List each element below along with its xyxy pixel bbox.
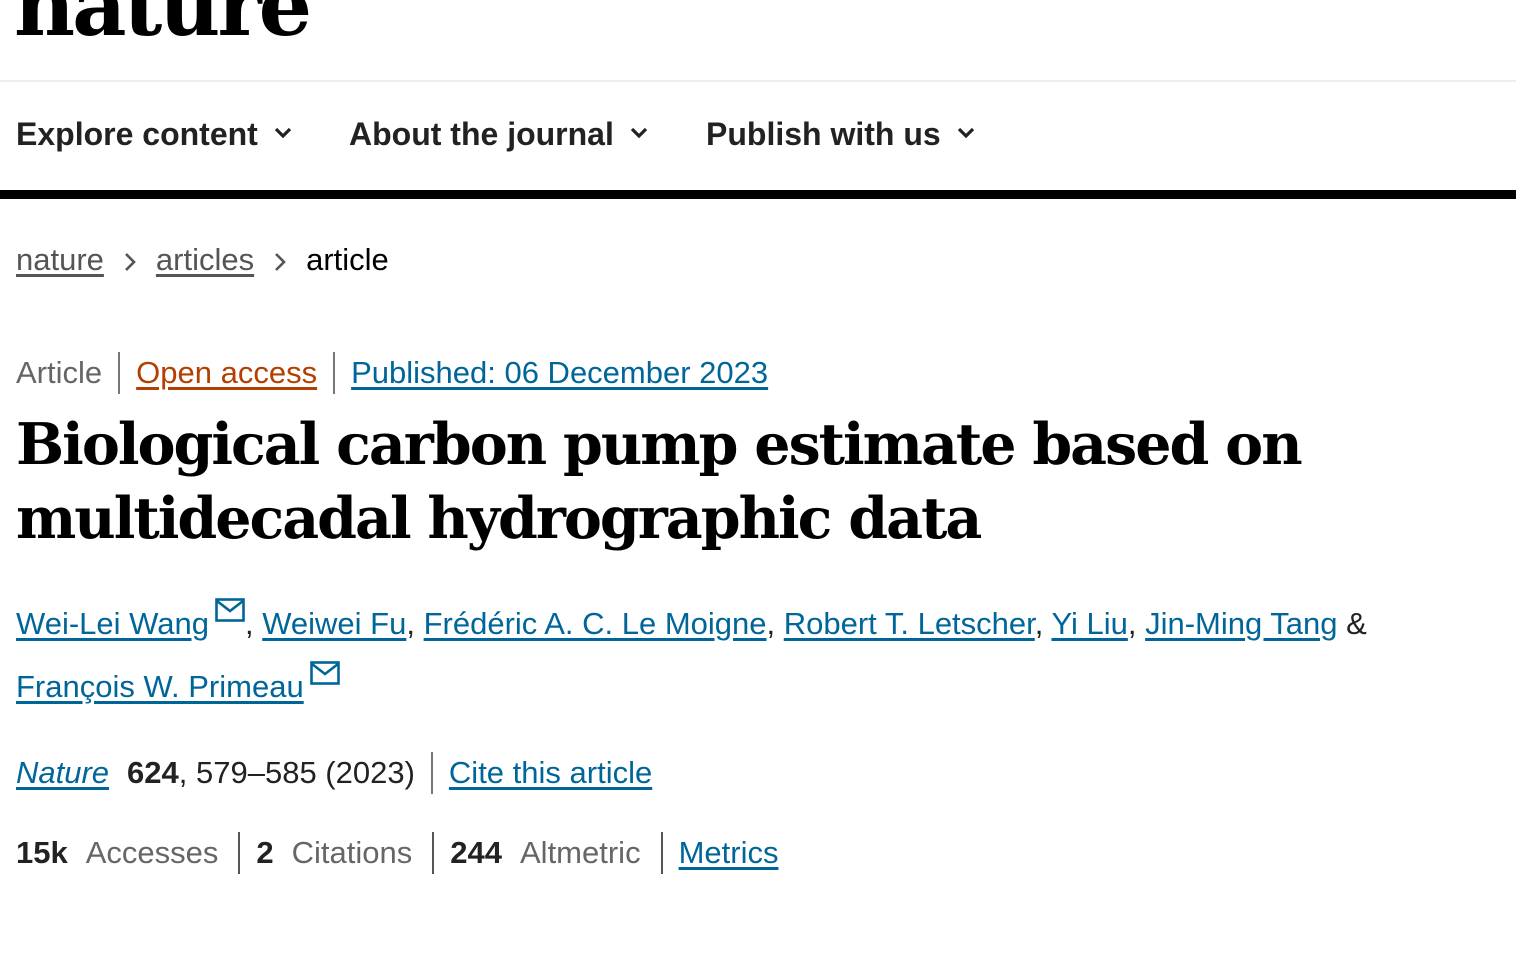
nav-publish-with-us[interactable]: Publish with us: [706, 116, 975, 153]
metrics-link[interactable]: Metrics: [679, 835, 779, 871]
citations-count: 2: [256, 835, 274, 870]
article-type: Article: [16, 355, 103, 390]
nav-explore-content[interactable]: Explore content: [16, 116, 292, 153]
breadcrumb-link-articles[interactable]: articles: [156, 242, 254, 278]
article-meta: Article Open access Published: 06 Decemb…: [16, 352, 768, 394]
accesses-label: Accesses: [85, 835, 219, 870]
author-separator: ,: [1127, 606, 1137, 641]
author-link[interactable]: Robert T. Letscher: [784, 606, 1035, 641]
mail-icon[interactable]: [309, 661, 340, 685]
chevron-right-icon: [124, 253, 136, 271]
divider: [118, 352, 121, 394]
article-title: Biological carbon pump estimate based on…: [16, 411, 1303, 552]
journal-link[interactable]: Nature: [16, 755, 109, 791]
divider: [333, 352, 336, 394]
nature-logo[interactable]: nature: [14, 0, 312, 48]
divider: [660, 832, 663, 874]
author-link[interactable]: Frédéric A. C. Le Moigne: [424, 606, 767, 641]
chevron-down-icon: [630, 127, 647, 138]
breadcrumb: nature articles article: [16, 242, 389, 278]
nav-item-label: Explore content: [16, 116, 258, 152]
author-separator: ,: [244, 606, 254, 641]
chevron-down-icon: [274, 127, 291, 138]
citation-line: Nature 624 , 579–585 (2023) Cite this ar…: [16, 752, 652, 794]
nav-item-label: Publish with us: [706, 116, 941, 152]
divider: [430, 752, 433, 794]
cite-this-article-link[interactable]: Cite this article: [449, 755, 652, 791]
metrics-bar: 15k Accesses 2 Citations 244 Altmetric M…: [16, 832, 778, 874]
author-separator: ,: [1034, 606, 1044, 641]
nav-item-label: About the journal: [349, 116, 614, 152]
author-link[interactable]: Yi Liu: [1051, 606, 1127, 641]
chevron-right-icon: [275, 253, 286, 271]
author-separator: ,: [766, 606, 776, 641]
divider: [238, 832, 241, 874]
author-list: Wei-Lei Wang, Weiwei Fu, Frédéric A. C. …: [16, 592, 1496, 718]
published-date-link[interactable]: Published: 06 December 2023: [351, 355, 768, 391]
pages-year: , 579–585 (2023): [178, 755, 415, 790]
author-link[interactable]: Weiwei Fu: [262, 606, 406, 641]
author-separator: ,: [406, 606, 415, 641]
chevron-down-icon: [957, 127, 974, 138]
author-link[interactable]: François W. Primeau: [16, 669, 304, 704]
open-access-link[interactable]: Open access: [136, 355, 317, 391]
author-ampersand: &: [1346, 606, 1367, 641]
citations-label: Citations: [291, 835, 413, 870]
author-link[interactable]: Jin-Ming Tang: [1145, 606, 1337, 641]
altmetric-score: 244: [450, 835, 502, 870]
volume-number: 624: [127, 755, 179, 790]
site-header: nature: [0, 0, 1516, 82]
accesses-count: 15k: [16, 835, 68, 870]
mail-icon[interactable]: [215, 598, 245, 622]
altmetric-label: Altmetric: [520, 835, 641, 870]
nav-about-journal[interactable]: About the journal: [349, 116, 648, 153]
author-link[interactable]: Wei-Lei Wang: [16, 606, 209, 641]
breadcrumb-link-nature[interactable]: nature: [16, 242, 104, 278]
main-nav: Explore content About the journal Publis…: [0, 82, 1516, 199]
divider: [432, 832, 435, 874]
breadcrumb-current: article: [306, 242, 389, 277]
